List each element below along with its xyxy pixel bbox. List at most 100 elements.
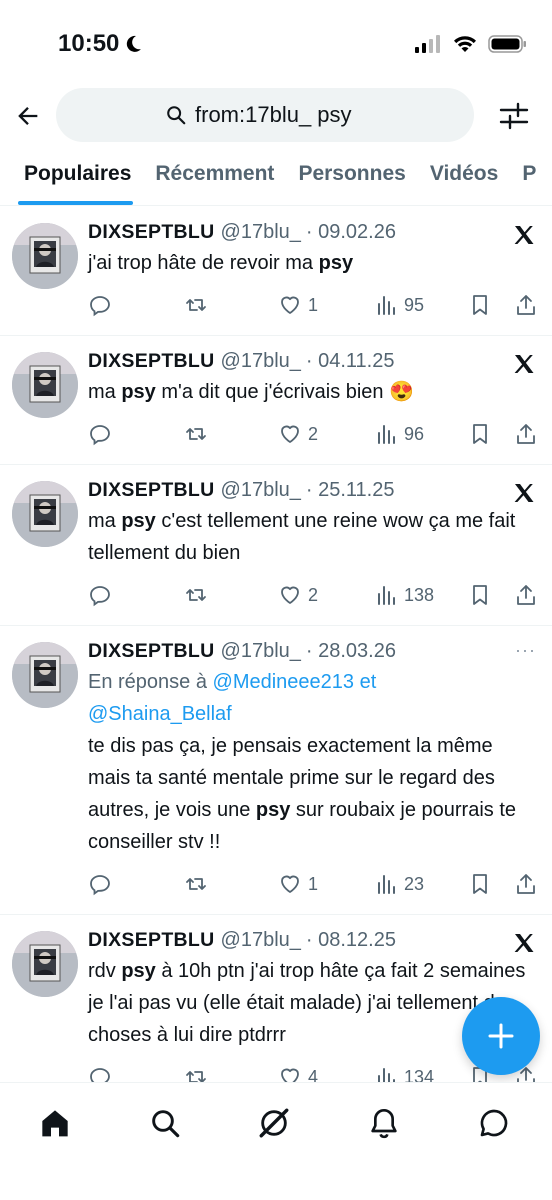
grok-icon bbox=[259, 1108, 289, 1138]
timestamp: · 09.02.26 bbox=[305, 221, 396, 243]
share-button[interactable] bbox=[514, 293, 538, 317]
text-segment: j'ai trop hâte de revoir ma bbox=[88, 252, 319, 274]
repost-button[interactable] bbox=[184, 872, 208, 896]
display-name[interactable]: DIXSEPTBLU bbox=[88, 929, 215, 952]
handle: @17blu_ bbox=[220, 350, 301, 372]
mention-link[interactable]: @Medineee213 bbox=[213, 671, 355, 693]
share-button[interactable] bbox=[514, 422, 538, 446]
views-chart-icon bbox=[378, 296, 395, 315]
tweet[interactable]: ··· DIXSEPTBLU @17blu_ · 28.03.26 En rép… bbox=[0, 626, 552, 915]
reply-button[interactable] bbox=[88, 293, 112, 317]
more-options-button[interactable]: ··· bbox=[515, 640, 536, 661]
like-count: 2 bbox=[308, 423, 319, 444]
like-button[interactable]: 1 bbox=[278, 293, 318, 317]
back-button[interactable] bbox=[12, 100, 44, 132]
views-button[interactable]: 138 bbox=[374, 583, 434, 607]
heart-icon bbox=[281, 875, 299, 893]
like-button[interactable]: 1 bbox=[278, 872, 318, 896]
bottom-navigation bbox=[0, 1082, 552, 1200]
status-bar: 10:50 bbox=[0, 0, 552, 88]
nav-notifications[interactable] bbox=[364, 1103, 404, 1143]
tab-photos[interactable]: P bbox=[510, 148, 548, 205]
views-button[interactable]: 95 bbox=[374, 293, 424, 317]
views-chart-icon bbox=[378, 425, 395, 444]
views-button[interactable]: 96 bbox=[374, 422, 424, 446]
avatar[interactable] bbox=[12, 223, 78, 289]
nav-explore[interactable] bbox=[145, 1103, 185, 1143]
x-logo-icon bbox=[514, 355, 534, 373]
nav-messages[interactable] bbox=[474, 1103, 514, 1143]
battery-icon bbox=[488, 35, 526, 53]
reply-button[interactable] bbox=[88, 422, 112, 446]
view-count: 138 bbox=[404, 584, 435, 605]
tweet-actions: 2 138 bbox=[88, 569, 536, 625]
timestamp: · 04.11.25 bbox=[305, 350, 395, 372]
tweet-header: DIXSEPTBLU @17blu_ · 25.11.25 bbox=[88, 479, 536, 505]
tab-recemment[interactable]: Récemment bbox=[143, 148, 286, 205]
repost-icon bbox=[186, 589, 206, 601]
x-logo-icon bbox=[514, 484, 534, 502]
wifi-icon bbox=[454, 36, 476, 52]
display-name[interactable]: DIXSEPTBLU bbox=[88, 221, 215, 244]
bookmark-icon bbox=[473, 585, 487, 605]
bookmark-button[interactable] bbox=[468, 583, 492, 607]
heart-icon bbox=[281, 586, 299, 604]
reply-button[interactable] bbox=[88, 872, 112, 896]
tweet-text: ma psy m'a dit que j'écrivais bien 😍 bbox=[88, 376, 536, 408]
x-logo bbox=[512, 481, 536, 505]
tweet-actions: 1 95 bbox=[88, 279, 536, 335]
repost-icon bbox=[186, 878, 206, 890]
like-button[interactable]: 2 bbox=[278, 422, 318, 446]
tweet[interactable]: DIXSEPTBLU @17blu_ · 09.02.26 j'ai trop … bbox=[0, 207, 552, 336]
share-button[interactable] bbox=[514, 872, 538, 896]
nav-home[interactable] bbox=[35, 1103, 75, 1143]
bookmark-button[interactable] bbox=[468, 872, 492, 896]
nav-grok[interactable] bbox=[254, 1103, 294, 1143]
avatar[interactable] bbox=[12, 481, 78, 547]
display-name[interactable]: DIXSEPTBLU bbox=[88, 640, 215, 663]
tweet-header: DIXSEPTBLU @17blu_ · 08.12.25 bbox=[88, 929, 536, 955]
reply-icon bbox=[90, 875, 110, 896]
repost-button[interactable] bbox=[184, 422, 208, 446]
highlighted-keyword: psy bbox=[121, 960, 156, 982]
tweet[interactable]: DIXSEPTBLU @17blu_ · 04.11.25 ma psy m'a… bbox=[0, 336, 552, 465]
avatar[interactable] bbox=[12, 931, 78, 997]
tab-personnes[interactable]: Personnes bbox=[286, 148, 417, 205]
search-field[interactable] bbox=[56, 88, 474, 142]
handle: @17blu_ bbox=[220, 929, 301, 951]
tab-label: P bbox=[522, 162, 537, 185]
like-count: 2 bbox=[308, 584, 319, 605]
reply-context: En réponse à @Medineee213 et @Shaina_Bel… bbox=[88, 666, 536, 730]
status-time: 10:50 bbox=[58, 30, 143, 58]
tweet[interactable]: DIXSEPTBLU @17blu_ · 25.11.25 ma psy c'e… bbox=[0, 465, 552, 626]
reply-icon bbox=[90, 425, 110, 446]
search-icon bbox=[167, 106, 186, 125]
display-name[interactable]: DIXSEPTBLU bbox=[88, 479, 215, 502]
mention-link[interactable]: @Shaina_Bellaf bbox=[88, 703, 232, 725]
x-logo bbox=[512, 352, 536, 376]
share-button[interactable] bbox=[514, 583, 538, 607]
handle: @17blu_ bbox=[220, 221, 301, 243]
like-button[interactable]: 2 bbox=[278, 583, 318, 607]
avatar[interactable] bbox=[12, 642, 78, 708]
x-logo bbox=[512, 223, 536, 247]
search-filter-button[interactable] bbox=[498, 100, 530, 132]
bookmark-button[interactable] bbox=[468, 293, 492, 317]
bookmark-button[interactable] bbox=[468, 422, 492, 446]
compose-post-button[interactable] bbox=[462, 997, 540, 1075]
tweet-header: DIXSEPTBLU @17blu_ · 04.11.25 bbox=[88, 350, 536, 376]
tab-populaires[interactable]: Populaires bbox=[0, 148, 143, 205]
search-tabs: Populaires Récemment Personnes Vidéos P bbox=[0, 148, 552, 206]
share-icon bbox=[517, 585, 535, 605]
repost-button[interactable] bbox=[184, 583, 208, 607]
search-input[interactable] bbox=[195, 102, 365, 128]
repost-button[interactable] bbox=[184, 293, 208, 317]
avatar[interactable] bbox=[12, 352, 78, 418]
reply-button[interactable] bbox=[88, 583, 112, 607]
active-tab-indicator bbox=[18, 201, 134, 205]
views-button[interactable]: 23 bbox=[374, 872, 424, 896]
display-name[interactable]: DIXSEPTBLU bbox=[88, 350, 215, 373]
view-count: 96 bbox=[404, 423, 425, 444]
tab-videos[interactable]: Vidéos bbox=[418, 148, 510, 205]
highlighted-keyword: psy bbox=[318, 252, 354, 274]
